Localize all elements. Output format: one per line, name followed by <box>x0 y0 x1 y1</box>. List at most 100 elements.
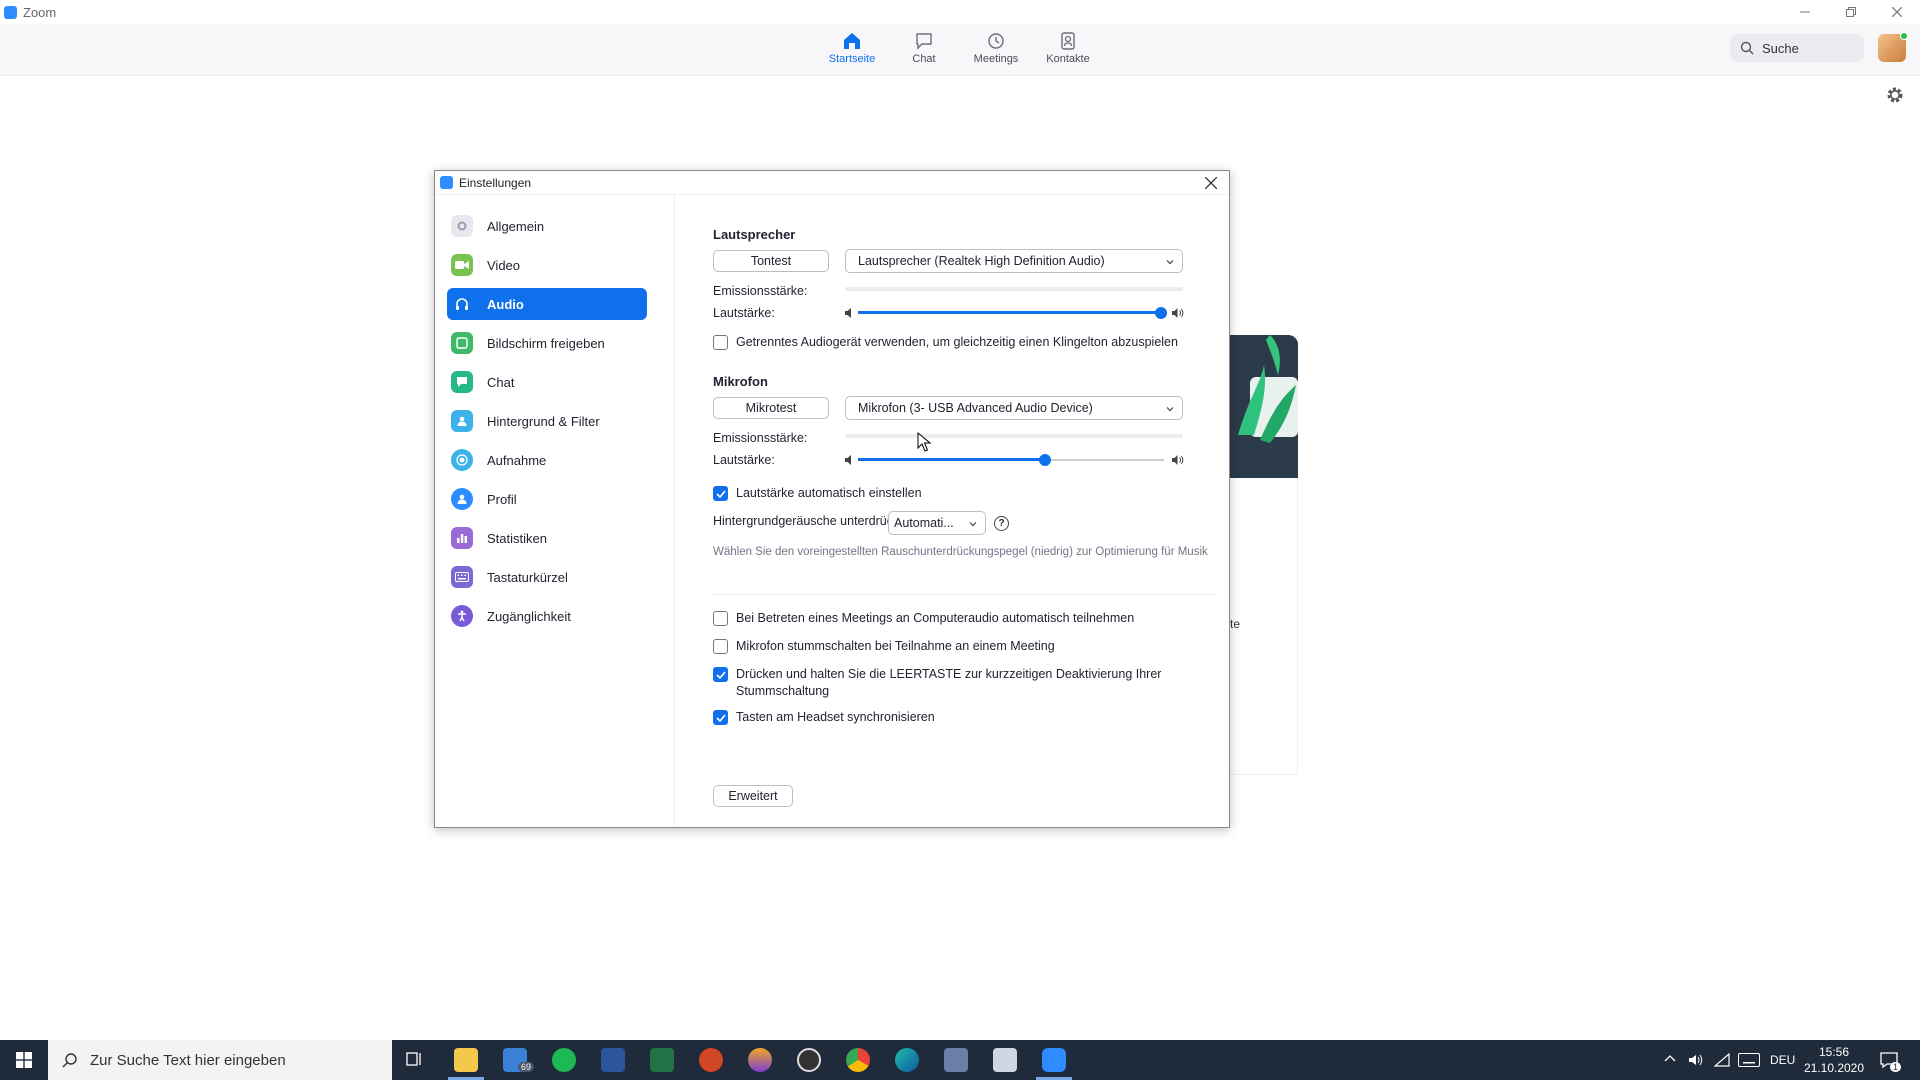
notification-count-badge: 1 <box>1890 1062 1902 1072</box>
home-icon <box>844 33 860 49</box>
notepad-icon[interactable] <box>993 1048 1017 1072</box>
chrome-icon[interactable] <box>846 1048 870 1072</box>
auto-adjust-volume-checkbox[interactable]: Lautstärke automatisch einstellen <box>713 485 1223 502</box>
taskbar-clock[interactable]: 15:56 21.10.2020 <box>1800 1044 1868 1076</box>
zoom-icon[interactable] <box>1042 1048 1066 1072</box>
sidebar-item-keyboard-shortcuts[interactable]: Tastaturkürzel <box>447 561 647 593</box>
profile-icon <box>451 488 473 510</box>
sidebar-item-accessibility[interactable]: Zugänglichkeit <box>447 600 647 632</box>
obs-icon[interactable] <box>797 1048 821 1072</box>
clock-time: 15:56 <box>1818 1045 1850 1059</box>
noise-suppression-label: Hintergrundgeräusche unterdrücken <box>713 514 914 528</box>
checkbox-box <box>713 710 728 725</box>
clock-icon <box>988 33 1004 49</box>
word-icon[interactable] <box>601 1048 625 1072</box>
sync-headset-buttons-checkbox[interactable]: Tasten am Headset synchronisieren <box>713 709 1223 726</box>
sidebar-item-profile[interactable]: Profil <box>447 483 647 515</box>
microphone-volume-slider[interactable] <box>844 452 1184 468</box>
slider-handle[interactable] <box>1154 307 1167 319</box>
speaker-device-value: Lautsprecher (Realtek High Definition Au… <box>858 254 1105 268</box>
checkbox-label: Drücken und halten Sie die LEERTASTE zur… <box>736 667 1162 698</box>
volume-low-icon <box>845 455 851 465</box>
app-icon[interactable] <box>944 1048 968 1072</box>
settings-sidebar: Allgemein Video Audio Bildschirm freigeb… <box>435 196 675 827</box>
tab-home[interactable]: Startseite <box>819 32 885 65</box>
edge-icon[interactable] <box>895 1048 919 1072</box>
sidebar-item-chat[interactable]: Chat <box>447 366 647 398</box>
speaker-device-select[interactable]: Lautsprecher (Realtek High Definition Au… <box>845 249 1183 273</box>
zoom-logo-icon <box>440 176 453 189</box>
spotify-icon[interactable] <box>552 1048 576 1072</box>
speaker-volume-slider[interactable] <box>844 305 1184 321</box>
sidebar-item-share-screen[interactable]: Bildschirm freigeben <box>447 327 647 359</box>
restore-button[interactable] <box>1828 0 1874 24</box>
close-icon <box>1892 7 1902 17</box>
checkbox-label: Getrenntes Audiogerät verwenden, um glei… <box>736 335 1178 349</box>
accessibility-icon <box>451 605 473 627</box>
tab-meetings[interactable]: Meetings <box>963 32 1029 65</box>
microphone-device-select[interactable]: Mikrofon (3- USB Advanced Audio Device) <box>845 396 1183 420</box>
chevron-down-icon <box>1166 407 1174 412</box>
sidebar-item-label: Profil <box>487 491 517 507</box>
dialog-close-button[interactable] <box>1201 173 1221 193</box>
sidebar-item-audio[interactable]: Audio <box>447 288 647 320</box>
chevron-up-icon[interactable] <box>1664 1054 1676 1064</box>
file-explorer-icon[interactable] <box>454 1048 478 1072</box>
online-status-icon <box>1900 32 1908 40</box>
speaker-icon[interactable] <box>1688 1053 1704 1067</box>
section-divider <box>713 594 1218 595</box>
chevron-down-icon <box>969 522 977 527</box>
taskbar-search-placeholder: Zur Suche Text hier eingeben <box>90 1051 286 1069</box>
sidebar-item-statistics[interactable]: Statistiken <box>447 522 647 554</box>
separate-audio-device-checkbox[interactable]: Getrenntes Audiogerät verwenden, um glei… <box>713 334 1223 351</box>
network-icon[interactable] <box>1714 1053 1730 1067</box>
checkbox-box <box>713 611 728 626</box>
checkbox-box <box>713 639 728 654</box>
plant-illustration <box>1230 335 1298 478</box>
taskbar-search-input[interactable]: Zur Suche Text hier eingeben <box>48 1040 392 1080</box>
chevron-down-icon <box>1166 260 1174 265</box>
test-microphone-button[interactable]: Mikrotest <box>713 397 829 419</box>
powerpoint-icon[interactable] <box>699 1048 723 1072</box>
user-avatar[interactable] <box>1878 32 1908 62</box>
audio-settings-panel: Lautsprecher Tontest Lautsprecher (Realt… <box>676 196 1229 827</box>
app-icon[interactable] <box>748 1048 772 1072</box>
close-window-button[interactable] <box>1874 0 1920 24</box>
sidebar-item-recording[interactable]: Aufnahme <box>447 444 647 476</box>
microphone-volume-label: Lautstärke: <box>713 453 775 467</box>
card-partial-text: te <box>1230 617 1241 631</box>
noise-suppression-select[interactable]: Automati... <box>888 511 986 535</box>
task-view-icon[interactable] <box>406 1052 424 1068</box>
volume-low-icon <box>845 308 851 318</box>
sidebar-item-video[interactable]: Video <box>447 249 647 281</box>
slider-handle[interactable] <box>1038 454 1051 466</box>
help-icon[interactable]: ? <box>994 516 1009 531</box>
close-icon <box>1204 176 1218 190</box>
sidebar-item-general[interactable]: Allgemein <box>447 210 647 242</box>
input-language[interactable]: DEU <box>1770 1040 1795 1080</box>
join-computer-audio-checkbox[interactable]: Bei Betreten eines Meetings an Computera… <box>713 610 1223 627</box>
checkbox-box <box>713 335 728 350</box>
sidebar-item-label: Video <box>487 257 521 273</box>
noise-suppression-hint: Wählen Sie den voreingestellten Rauschun… <box>713 546 1208 558</box>
record-icon <box>451 449 473 471</box>
excel-icon[interactable] <box>650 1048 674 1072</box>
zoom-logo-icon <box>4 5 17 19</box>
start-button[interactable] <box>0 1040 48 1080</box>
sidebar-item-background-filter[interactable]: Hintergrund & Filter <box>447 405 647 437</box>
headphones-icon <box>451 293 473 315</box>
minimize-button[interactable] <box>1782 0 1828 24</box>
chat-icon <box>451 371 473 393</box>
tab-contacts[interactable]: Kontakte <box>1035 32 1101 65</box>
microphone-input-level-meter <box>845 434 1183 438</box>
tab-chat[interactable]: Chat <box>891 32 957 65</box>
search-box[interactable]: Suche <box>1730 34 1864 62</box>
test-speaker-button[interactable]: Tontest <box>713 250 829 272</box>
push-to-talk-checkbox[interactable]: Drücken und halten Sie die LEERTASTE zur… <box>713 666 1193 700</box>
sidebar-item-label: Statistiken <box>487 530 547 546</box>
advanced-button[interactable]: Erweitert <box>713 785 793 807</box>
settings-gear-icon[interactable] <box>1886 86 1904 104</box>
keyboard-icon[interactable] <box>1738 1053 1760 1067</box>
mute-mic-on-join-checkbox[interactable]: Mikrofon stummschalten bei Teilnahme an … <box>713 638 1223 655</box>
keyboard-icon <box>451 566 473 588</box>
